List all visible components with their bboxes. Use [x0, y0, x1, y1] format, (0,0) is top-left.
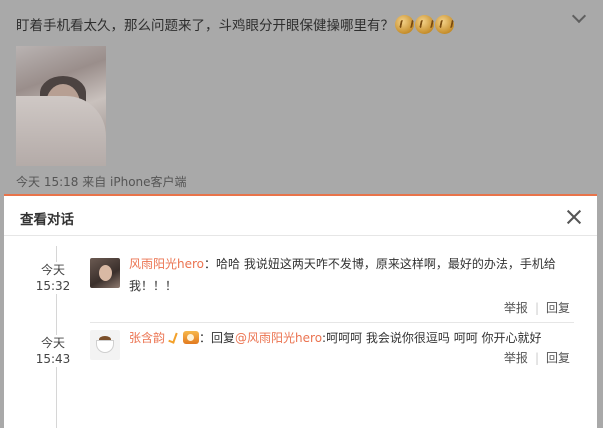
comment-date: 今天	[40, 336, 65, 350]
dialog-header: 查看对话	[4, 196, 597, 236]
dialog-title: 查看对话	[20, 212, 74, 228]
post-text: 盯着手机看太久，那么问题来了，斗鸡眼分开眼保健操哪里有？	[16, 18, 394, 34]
avatar[interactable]	[90, 330, 120, 360]
reply-link[interactable]: 回复	[546, 351, 570, 365]
comment-clock: 15:32	[35, 279, 71, 293]
comment-actions: 举报 | 回复	[503, 351, 570, 365]
laugh-emoji-icon	[435, 14, 454, 34]
comment-body: 张含韵 ：回复@风雨阳光hero:呵呵呵 我会说你很逗吗 呵呵 你开心就好	[129, 327, 567, 349]
mention-link[interactable]: @风雨阳光hero	[235, 331, 322, 345]
laugh-emoji-icon	[415, 14, 434, 34]
photo-blanket	[16, 96, 106, 166]
report-link[interactable]: 举报	[504, 301, 528, 315]
weibo-post: 盯着手机看太久，那么问题来了，斗鸡眼分开眼保健操哪里有？ 今天 15:18 来自…	[0, 0, 603, 200]
comment-actions: 举报 | 回复	[503, 301, 570, 315]
reply-prefix: ：回复	[199, 331, 236, 345]
comment-time: 今天 15:32	[32, 262, 74, 294]
comment-divider	[90, 322, 574, 323]
comment-body: 风雨阳光hero：哈哈 我说妞这两天咋不发博，原来这样啊，最好的办法，手机给我！…	[129, 253, 567, 297]
comment-text: :呵呵呵 我会说你很逗吗 呵呵 你开心就好	[322, 331, 542, 345]
avatar[interactable]	[90, 258, 120, 288]
comment-date: 今天	[40, 263, 65, 277]
comment-username[interactable]: 张含韵	[129, 331, 165, 345]
chevron-down-icon[interactable]	[571, 8, 587, 24]
post-meta: 今天 15:18 来自 iPhone客户端	[16, 175, 187, 189]
reply-link[interactable]: 回复	[546, 301, 570, 315]
post-photo[interactable]	[16, 46, 106, 166]
conversation-dialog: 查看对话 今天 15:32 风雨阳光hero：哈哈 我说妞这两天咋不发博，原来这…	[4, 194, 597, 428]
report-link[interactable]: 举报	[504, 351, 528, 365]
comment-clock: 15:43	[35, 352, 71, 366]
close-icon[interactable]	[567, 210, 581, 224]
medal-icon	[183, 331, 200, 344]
post-text-row: 盯着手机看太久，那么问题来了，斗鸡眼分开眼保健操哪里有？	[16, 14, 454, 34]
verified-icon	[168, 331, 181, 344]
comment-username[interactable]: 风雨阳光hero	[129, 257, 204, 271]
comment-time: 今天 15:43	[32, 335, 74, 367]
laugh-emoji-icon	[395, 14, 414, 34]
